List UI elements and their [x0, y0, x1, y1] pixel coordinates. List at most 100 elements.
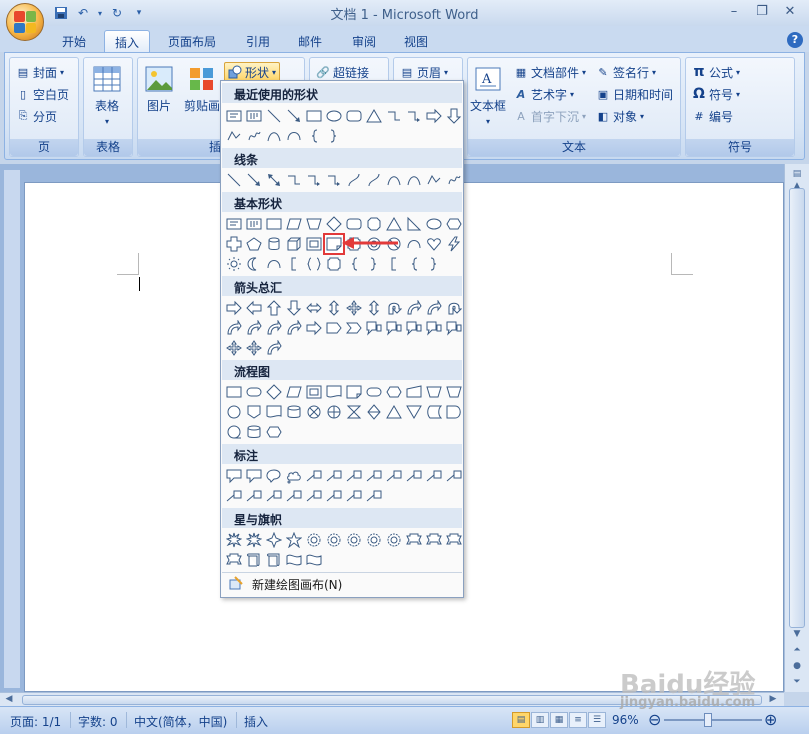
block-arrow-shape-curvedR-icon[interactable] — [224, 318, 244, 338]
block-arrow-shape-curvedR-icon[interactable] — [264, 338, 284, 358]
recent-shape-brace-icon[interactable] — [304, 126, 324, 146]
star-banner-shape-star5-icon[interactable] — [284, 530, 304, 550]
flowchart-shape-collate-icon[interactable] — [344, 402, 364, 422]
wordart-button[interactable]: A 艺术字 ▾ — [514, 84, 574, 104]
basic-shape-rrect-icon[interactable] — [344, 214, 364, 234]
star-banner-shape-star4-icon[interactable] — [264, 530, 284, 550]
callout-shape-callRect-icon[interactable] — [244, 466, 264, 486]
star-banner-shape-seal-icon[interactable] — [324, 530, 344, 550]
full-screen-reading-icon[interactable]: ▥ — [531, 712, 549, 728]
basic-shape-dbrace-icon[interactable] — [304, 254, 324, 274]
star-banner-shape-wave-icon[interactable] — [284, 550, 304, 570]
equation-button[interactable]: π 公式 ▾ — [692, 62, 740, 82]
header-button[interactable]: ▤ 页眉 ▾ — [400, 62, 448, 82]
page-break-button[interactable]: ⎘ 分页 — [16, 106, 57, 126]
star-banner-shape-ribbon-icon[interactable] — [424, 530, 444, 550]
block-arrow-shape-rarrow-icon[interactable] — [224, 298, 244, 318]
scroll-left-icon[interactable]: ◀ — [2, 691, 16, 707]
flowchart-shape-stored-icon[interactable] — [424, 402, 444, 422]
flowchart-shape-para-icon[interactable] — [284, 382, 304, 402]
basic-shape-hex-icon[interactable] — [444, 214, 464, 234]
star-banner-shape-ribbon-icon[interactable] — [444, 530, 464, 550]
callout-shape-callLine-icon[interactable] — [404, 466, 424, 486]
status-insert-mode[interactable]: 插入 — [244, 713, 268, 730]
line-shape-scurve-icon[interactable] — [344, 170, 364, 190]
basic-shape-brace-icon[interactable] — [344, 254, 364, 274]
flowchart-shape-sort-icon[interactable] — [364, 402, 384, 422]
line-shape-dblarrow-icon[interactable] — [264, 170, 284, 190]
line-shape-freeform-icon[interactable] — [424, 170, 444, 190]
flowchart-shape-manual-icon[interactable] — [404, 382, 424, 402]
recent-shape-line-icon[interactable] — [264, 106, 284, 126]
recent-shape-darrow-icon[interactable] — [444, 106, 464, 126]
recent-shape-vtext-icon[interactable] — [244, 106, 264, 126]
basic-shape-rect-icon[interactable] — [264, 214, 284, 234]
star-banner-shape-ribbon-icon[interactable] — [224, 550, 244, 570]
basic-shape-rbrace-icon[interactable] — [364, 254, 384, 274]
minimize-button[interactable]: – — [721, 2, 747, 20]
block-arrow-shape-callR-icon[interactable] — [404, 318, 424, 338]
zoom-out-icon[interactable]: ⊖ — [648, 710, 661, 729]
basic-shape-diamond-icon[interactable] — [324, 214, 344, 234]
table-button[interactable]: 表格 ▾ — [92, 64, 122, 126]
block-arrow-shape-pentArr-icon[interactable] — [324, 318, 344, 338]
tab-view[interactable]: 视图 — [394, 30, 438, 52]
number-button[interactable]: # 编号 — [692, 106, 733, 126]
tab-review[interactable]: 审阅 — [342, 30, 386, 52]
star-banner-shape-seal-icon[interactable] — [304, 530, 324, 550]
star-banner-shape-wave-icon[interactable] — [304, 550, 324, 570]
callout-shape-callLine-icon[interactable] — [244, 486, 264, 506]
block-arrow-shape-curvedR-icon[interactable] — [264, 318, 284, 338]
block-arrow-shape-uturn-icon[interactable] — [384, 298, 404, 318]
restore-button[interactable]: ❐ — [749, 2, 775, 20]
callout-shape-callLine-icon[interactable] — [344, 486, 364, 506]
block-arrow-shape-curvedR-icon[interactable] — [404, 298, 424, 318]
line-shape-elbowarr-icon[interactable] — [304, 170, 324, 190]
callout-shape-callLine-icon[interactable] — [344, 466, 364, 486]
scroll-right-icon[interactable]: ▶ — [766, 691, 780, 707]
web-layout-icon[interactable]: ▦ — [550, 712, 568, 728]
shapes-button[interactable]: 形状 ▾ — [224, 62, 281, 82]
basic-shape-para-icon[interactable] — [284, 214, 304, 234]
previous-page-icon[interactable]: ⏶ — [788, 642, 806, 658]
flowchart-shape-doc-icon[interactable] — [324, 382, 344, 402]
zoom-slider-thumb[interactable] — [704, 713, 712, 727]
tab-insert[interactable]: 插入 — [104, 30, 150, 52]
callout-shape-callLine-icon[interactable] — [424, 466, 444, 486]
block-arrow-shape-chevron-icon[interactable] — [344, 318, 364, 338]
recent-shape-tri-icon[interactable] — [364, 106, 384, 126]
block-arrow-shape-curvedR-icon[interactable] — [284, 318, 304, 338]
line-shape-scurve-icon[interactable] — [364, 170, 384, 190]
basic-shape-oct-icon[interactable] — [364, 214, 384, 234]
block-arrow-shape-quadarrow-icon[interactable] — [224, 338, 244, 358]
callout-shape-callLine-icon[interactable] — [324, 486, 344, 506]
block-arrow-shape-uarrow-icon[interactable] — [264, 298, 284, 318]
recent-shape-arrowline-icon[interactable] — [284, 106, 304, 126]
tab-home[interactable]: 开始 — [52, 30, 96, 52]
flowchart-shape-orjunc-icon[interactable] — [324, 402, 344, 422]
recent-shape-rbrace-icon[interactable] — [324, 126, 344, 146]
callout-shape-callLine-icon[interactable] — [364, 486, 384, 506]
flowchart-shape-rect-icon[interactable] — [224, 382, 244, 402]
recent-shape-arc-icon[interactable] — [284, 126, 304, 146]
flowchart-shape-magdisk-icon[interactable] — [284, 402, 304, 422]
basic-shape-vtext-icon[interactable] — [244, 214, 264, 234]
recent-shape-text-icon[interactable] — [224, 106, 244, 126]
close-button[interactable]: ✕ — [777, 2, 803, 20]
basic-shape-pent-icon[interactable] — [244, 234, 264, 254]
basic-shape-cross-icon[interactable] — [224, 234, 244, 254]
block-arrow-shape-quadarrow-icon[interactable] — [244, 338, 264, 358]
recent-shape-freeform-icon[interactable] — [224, 126, 244, 146]
line-shape-curve-icon[interactable] — [404, 170, 424, 190]
basic-shape-heart-icon[interactable] — [424, 234, 444, 254]
tab-page-layout[interactable]: 页面布局 — [158, 30, 226, 52]
line-shape-elbowarr-icon[interactable] — [324, 170, 344, 190]
star-banner-shape-seal-icon[interactable] — [364, 530, 384, 550]
block-arrow-shape-callR-icon[interactable] — [364, 318, 384, 338]
quick-parts-button[interactable]: ▦ 文档部件 ▾ — [514, 62, 586, 82]
flowchart-shape-doc-icon[interactable] — [264, 402, 284, 422]
basic-shape-brace-icon[interactable] — [404, 254, 424, 274]
vertical-scrollbar[interactable]: ▤ ▲ ▼ ⏶ ● ⏷ — [784, 164, 809, 692]
basic-shape-plaque-icon[interactable] — [324, 254, 344, 274]
status-page[interactable]: 页面: 1/1 — [10, 713, 61, 730]
